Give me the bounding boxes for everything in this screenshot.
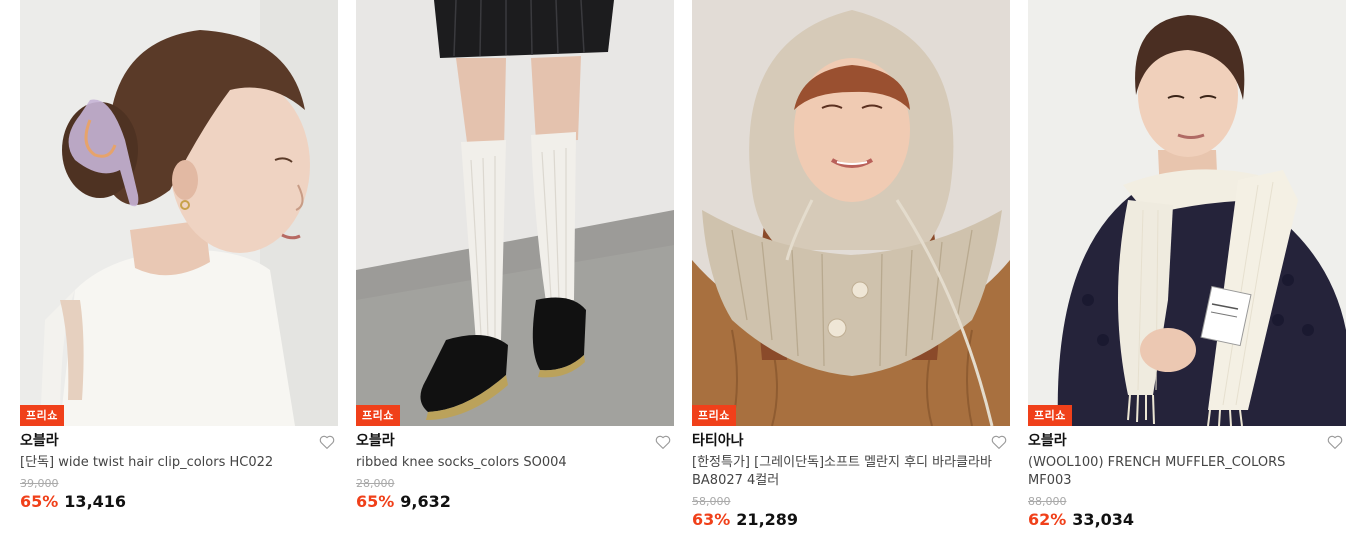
product-image[interactable]: 프리쇼	[20, 0, 338, 426]
brand-name[interactable]: 오블라	[356, 433, 395, 449]
product-title[interactable]: ribbed knee socks_colors SO004	[356, 454, 656, 472]
free-show-badge: 프리쇼	[20, 405, 64, 426]
product-image[interactable]: 프리쇼	[692, 0, 1010, 426]
discount-rate: 62%	[1028, 510, 1067, 529]
product-title[interactable]: [단독] wide twist hair clip_colors HC022	[20, 454, 320, 472]
product-image[interactable]: 프리쇼	[356, 0, 674, 426]
sale-price: 13,416	[64, 492, 127, 511]
sale-price: 33,034	[1072, 510, 1135, 529]
free-show-badge: 프리쇼	[692, 405, 736, 426]
product-title[interactable]: [한정특가] [그레이단독]소프트 멜란지 후디 바라클라바 BA8027 4컬…	[692, 454, 992, 490]
original-price: 88,000	[1028, 495, 1067, 508]
price-row: 65% 13,416	[20, 492, 338, 512]
original-price: 58,000	[692, 495, 731, 508]
price-row: 65% 9,632	[356, 492, 674, 512]
product-card[interactable]: 프리쇼 오블라 ribbed knee socks_colors SO004 2…	[356, 0, 674, 512]
discount-rate: 63%	[692, 510, 731, 529]
price-row: 62% 33,034	[1028, 510, 1346, 530]
brand-name[interactable]: 오블라	[1028, 433, 1067, 449]
brand-name[interactable]: 타티아나	[692, 433, 744, 449]
original-price: 39,000	[20, 477, 59, 490]
heart-outline-icon[interactable]	[318, 433, 336, 451]
sale-price: 9,632	[400, 492, 451, 511]
brand-row: 오블라	[1028, 429, 1346, 453]
price-row: 63% 21,289	[692, 510, 1010, 530]
product-grid: 프리쇼 오블라 [단독] wide twist hair clip_colors…	[0, 0, 1357, 541]
product-card[interactable]: 프리쇼 오블라 [단독] wide twist hair clip_colors…	[20, 0, 338, 512]
brand-row: 타티아나	[692, 429, 1010, 453]
product-card[interactable]: 프리쇼 타티아나 [한정특가] [그레이단독]소프트 멜란지 후디 바라클라바 …	[692, 0, 1010, 530]
original-price: 28,000	[356, 477, 395, 490]
free-show-badge: 프리쇼	[1028, 405, 1072, 426]
sale-price: 21,289	[736, 510, 799, 529]
brand-row: 오블라	[356, 429, 674, 453]
discount-rate: 65%	[20, 492, 59, 511]
discount-rate: 65%	[356, 492, 395, 511]
product-image[interactable]: 프리쇼	[1028, 0, 1346, 426]
free-show-badge: 프리쇼	[356, 405, 400, 426]
product-card[interactable]: 프리쇼 오블라 (WOOL100) FRENCH MUFFLER_COLORS …	[1028, 0, 1346, 530]
heart-outline-icon[interactable]	[1326, 433, 1344, 451]
heart-outline-icon[interactable]	[654, 433, 672, 451]
product-title[interactable]: (WOOL100) FRENCH MUFFLER_COLORS MF003	[1028, 454, 1328, 490]
brand-row: 오블라	[20, 429, 338, 453]
heart-outline-icon[interactable]	[990, 433, 1008, 451]
brand-name[interactable]: 오블라	[20, 433, 59, 449]
